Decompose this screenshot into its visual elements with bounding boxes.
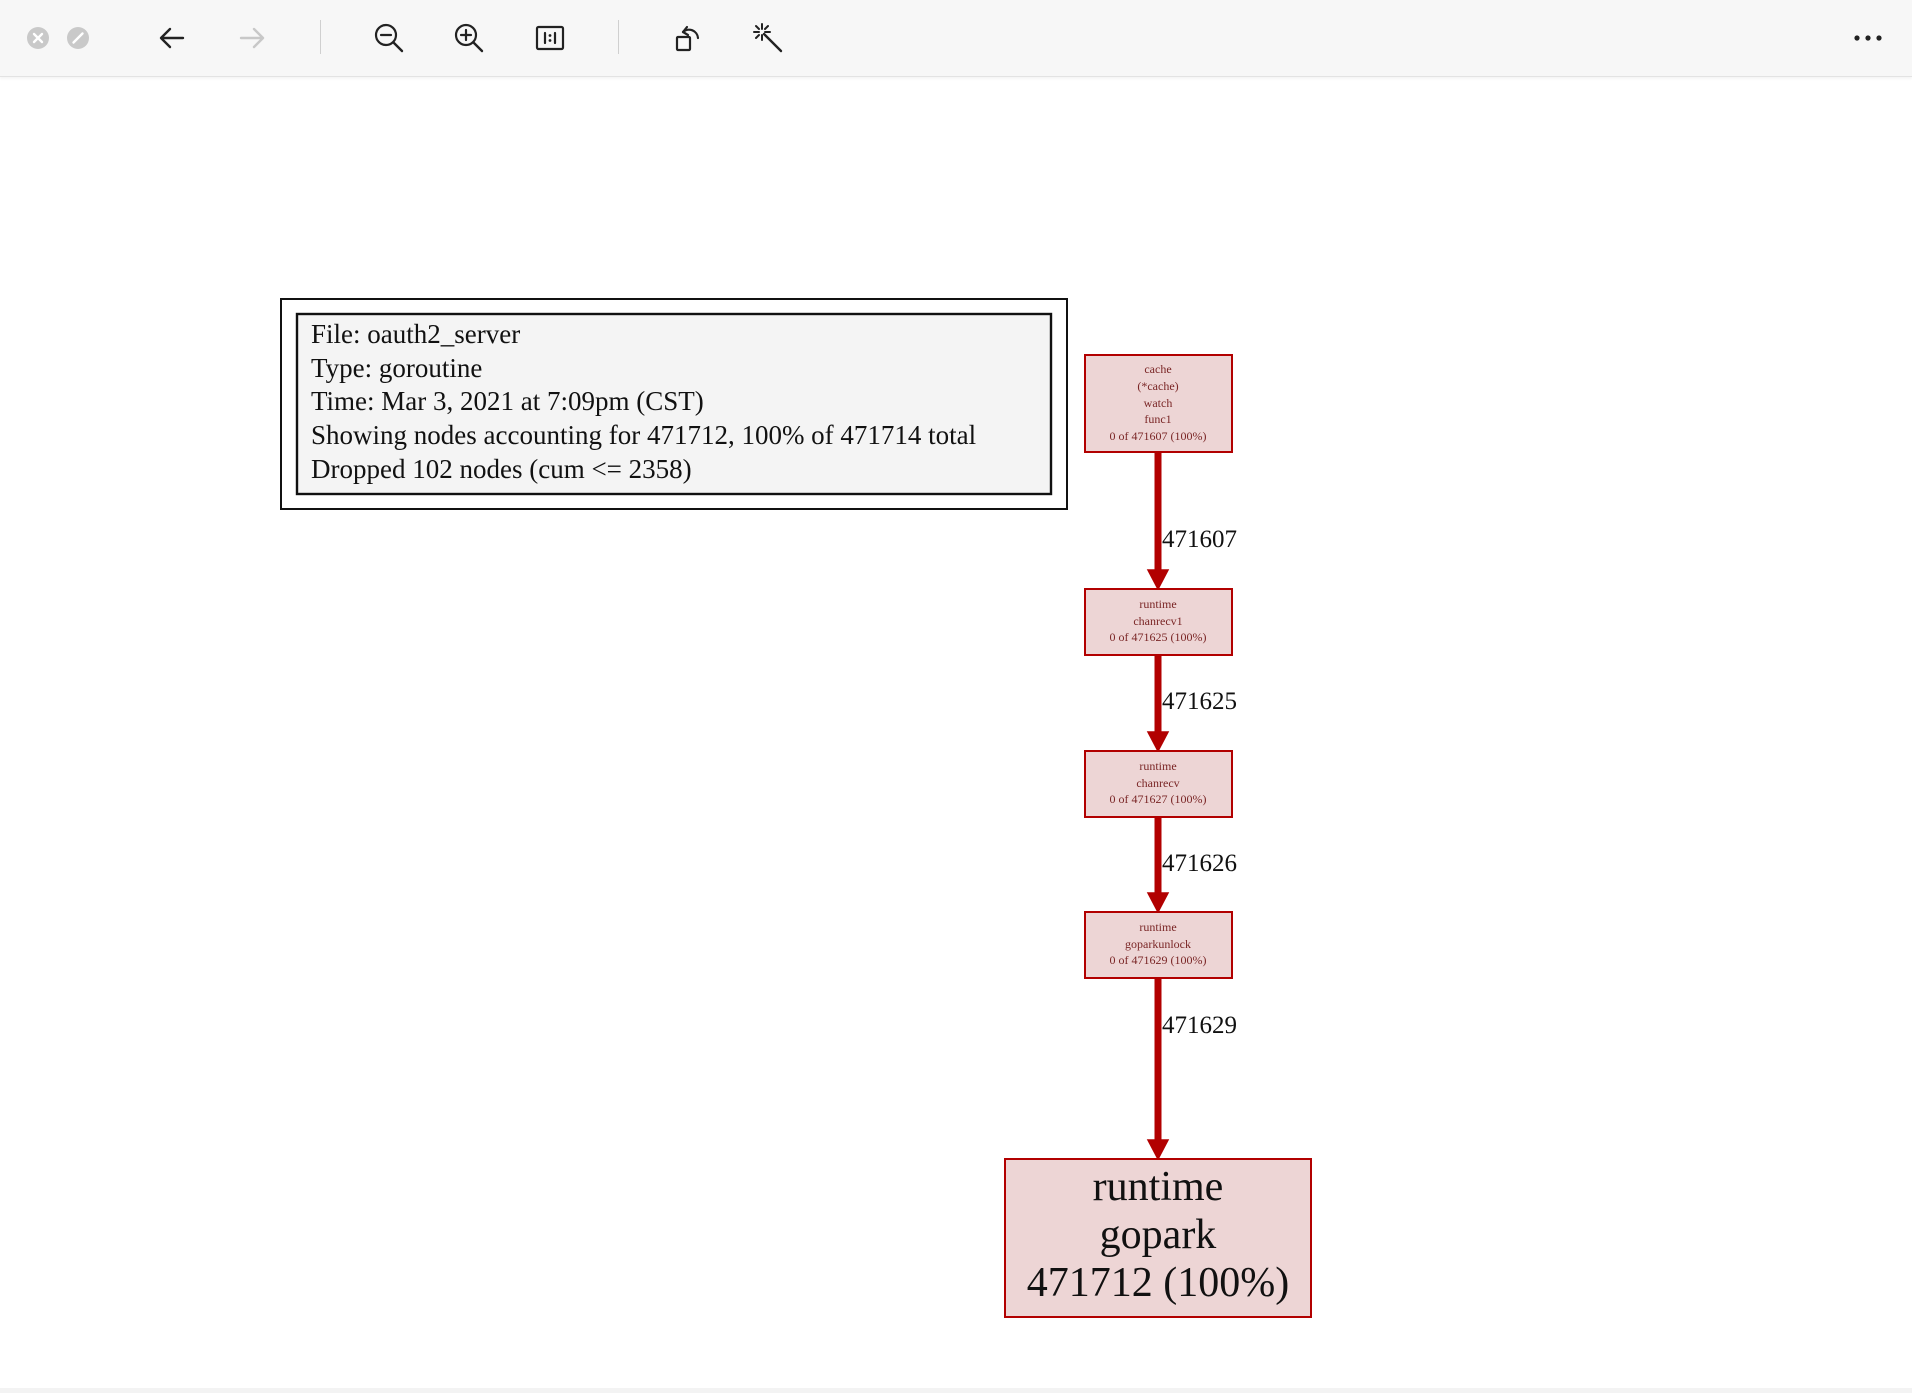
legend-type: Type: goroutine (311, 353, 482, 383)
more-options-button[interactable] (1846, 16, 1890, 60)
node-label: 0 of 471625 (100%) (1110, 630, 1207, 644)
back-button[interactable] (150, 16, 194, 60)
close-window-button[interactable] (26, 26, 50, 50)
node-label: runtime (1139, 597, 1176, 611)
toolbar-divider (618, 20, 619, 54)
call-graph: File: oauth2_server Type: goroutine Time… (280, 298, 1312, 1318)
node-label: 0 of 471607 (100%) (1110, 429, 1207, 443)
enhance-button[interactable] (746, 16, 790, 60)
arrow-left-icon (159, 27, 185, 49)
node-label: 0 of 471627 (100%) (1110, 792, 1207, 806)
close-icon (27, 27, 49, 49)
minimize-window-button[interactable] (66, 26, 90, 50)
node-label: runtime (1139, 920, 1176, 934)
image-viewer-window: File: oauth2_server Type: goroutine Time… (0, 0, 1912, 1388)
graph-edge: 471629 (1146, 978, 1237, 1161)
edge-label: 471625 (1162, 688, 1237, 715)
node-label: (*cache) (1137, 379, 1178, 393)
edge-label: 471629 (1162, 1012, 1237, 1039)
zoom-out-button[interactable] (367, 16, 411, 60)
actual-size-button[interactable] (528, 16, 572, 60)
arrow-right-icon (239, 27, 265, 49)
node-label: 471712 (100%) (1027, 1260, 1289, 1306)
graph-node[interactable]: runtime chanrecv 0 of 471627 (100%) (1084, 750, 1233, 818)
graph-node[interactable]: runtime chanrecv1 0 of 471625 (100%) (1084, 588, 1233, 656)
edge-label: 471607 (1162, 526, 1237, 553)
profile-legend: File: oauth2_server Type: goroutine Time… (280, 298, 1068, 510)
minimize-icon (67, 27, 89, 49)
toolbar-divider (320, 20, 321, 54)
node-label: chanrecv1 (1133, 614, 1182, 628)
node-label: gopark (1100, 1212, 1217, 1258)
node-label: runtime (1139, 759, 1176, 773)
graph-node[interactable]: runtime goparkunlock 0 of 471629 (100%) (1084, 911, 1233, 979)
node-label: func1 (1144, 412, 1171, 426)
toolbar (0, 0, 1912, 77)
zoom-in-button[interactable] (447, 16, 491, 60)
forward-button[interactable] (230, 16, 274, 60)
node-label: goparkunlock (1125, 937, 1191, 951)
graph-edge: 471607 (1146, 452, 1237, 591)
node-label: runtime (1093, 1164, 1224, 1210)
legend-dropped: Dropped 102 nodes (cum <= 2358) (311, 454, 692, 484)
rotate-icon (675, 25, 700, 52)
more-icon (1854, 35, 1882, 41)
node-label: chanrecv (1136, 776, 1179, 790)
actual-size-icon (535, 25, 565, 51)
image-canvas: File: oauth2_server Type: goroutine Time… (0, 86, 1912, 1388)
graph-edge: 471626 (1146, 817, 1237, 914)
node-label: cache (1144, 362, 1171, 376)
graph-edge: 471625 (1146, 655, 1237, 753)
graph-node[interactable]: cache (*cache) watch func1 0 of 471607 (… (1084, 354, 1233, 453)
graph-node[interactable]: runtime gopark 471712 (100%) (1004, 1158, 1312, 1318)
legend-showing: Showing nodes accounting for 471712, 100… (311, 420, 976, 450)
magic-wand-icon (753, 23, 783, 53)
rotate-button[interactable] (666, 16, 710, 60)
node-label: 0 of 471629 (100%) (1110, 953, 1207, 967)
node-label: watch (1144, 396, 1173, 410)
zoom-out-icon (374, 23, 404, 53)
zoom-in-icon (454, 23, 484, 53)
legend-time: Time: Mar 3, 2021 at 7:09pm (CST) (311, 386, 704, 416)
legend-file: File: oauth2_server (311, 319, 520, 349)
edge-label: 471626 (1162, 850, 1237, 877)
